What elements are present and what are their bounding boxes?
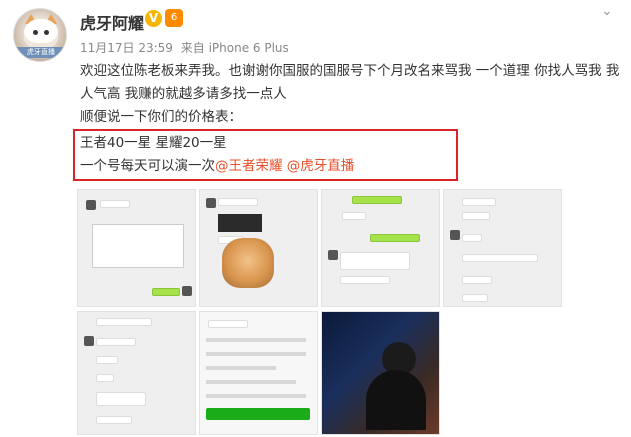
chat-bubble [96,374,114,382]
post-paragraph: 欢迎这位陈老板来弄我。也谢谢你国服的国服号下个月改名来骂我 一个道理 你找人骂我… [80,63,620,102]
chat-photo [222,238,274,288]
chat-bubble [352,196,402,204]
form-line [206,338,306,342]
chat-bubble [462,276,492,284]
chat-bubble [218,198,258,206]
price-line-text: 一个号每天可以演一次 [80,158,215,174]
avatar-tag: 虎牙直播 [16,47,66,58]
form-line [206,366,276,370]
chat-bubble [342,212,366,220]
chat-image [218,214,262,232]
post-timestamp[interactable]: 11月17日 23:59 [80,41,173,55]
post-image[interactable] [321,189,440,307]
chat-bubble [462,294,488,302]
photo-person-body [366,370,426,430]
chat-bubble [96,318,152,326]
chat-bubble [96,416,132,424]
chat-bubble [340,276,390,284]
chat-bubble [462,198,496,206]
post-image[interactable] [77,311,196,435]
form-line [206,394,306,398]
dialog-box [92,224,184,268]
post-paragraph: 顺便说一下你们的价格表： [80,109,242,125]
post-source: 来自 iPhone 6 Plus [180,41,289,55]
chat-avatar [450,230,460,240]
avatar-eye [33,30,38,35]
chat-bubble [462,234,482,242]
mention-link[interactable]: @虎牙直播 [287,158,355,174]
price-line: 一个号每天可以演一次@王者荣耀 @虎牙直播 [80,155,354,178]
post-meta: 11月17日 23:59 来自 iPhone 6 Plus [80,39,293,56]
chat-bubble [462,254,538,262]
post-image[interactable] [321,311,440,435]
chat-avatar [86,200,96,210]
fan-level-icon[interactable]: 6 [165,9,183,27]
price-list: 王者40一星 星耀20一星 一个号每天可以演一次@王者荣耀 @虎牙直播 [80,132,354,178]
avatar[interactable]: 虎牙直播 [13,8,67,62]
chat-bubble [462,212,490,220]
chat-bubble [96,356,118,364]
mention-link[interactable]: @王者荣耀 [215,158,283,174]
avatar-eye [44,30,49,35]
chevron-down-icon[interactable]: ⌄ [601,3,613,19]
chat-avatar [206,198,216,208]
chat-bubble [100,200,130,208]
chat-bubble [208,320,248,328]
form-line [206,380,296,384]
price-line: 王者40一星 星耀20一星 [80,135,227,151]
username[interactable]: 虎牙阿耀 [80,10,144,34]
post-image[interactable] [77,189,196,307]
form-line [206,352,306,356]
chat-bubble [370,234,420,242]
green-button [206,408,310,420]
chat-bubble [152,288,180,296]
post-image[interactable] [443,189,562,307]
chat-avatar [84,336,94,346]
chat-avatar [182,286,192,296]
post-image[interactable] [199,189,318,307]
post-image[interactable] [199,311,318,435]
chat-avatar [328,250,338,260]
avatar-cat-face [24,19,58,49]
chat-bubble [96,338,136,346]
verified-v-icon[interactable]: V [145,10,162,27]
chat-bubble [340,252,410,270]
chat-bubble [96,392,146,406]
post-content: 欢迎这位陈老板来弄我。也谢谢你国服的国服号下个月改名来骂我 一个道理 你找人骂我… [80,60,620,129]
